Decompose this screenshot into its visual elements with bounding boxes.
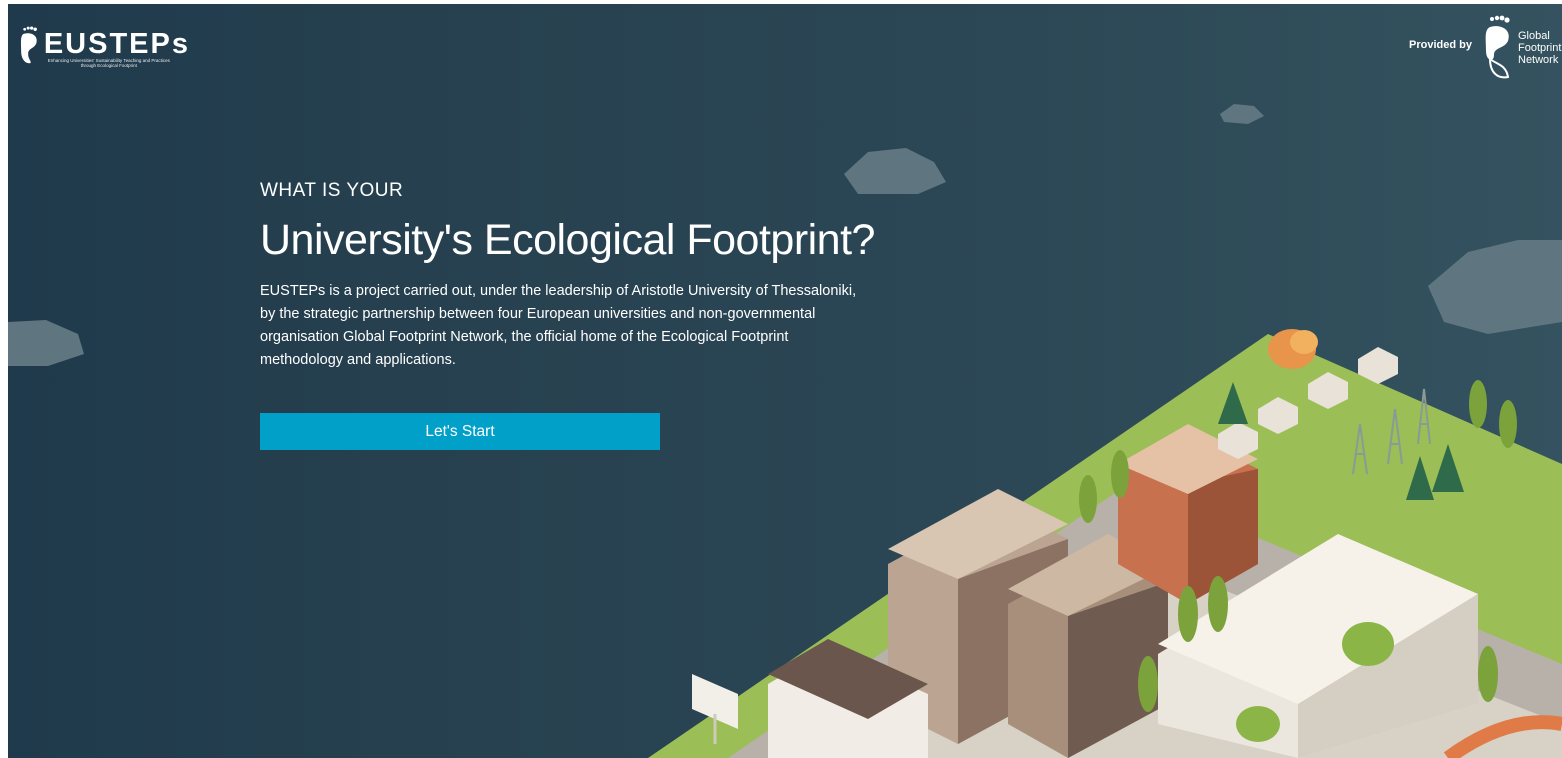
brand-tagline: Enhancing Universities' Sustainability T… (47, 58, 170, 68)
hero-section: WHAT IS YOUR University's Ecological Foo… (260, 180, 880, 372)
hero-intro-text: EUSTEPs is a project carried out, under … (260, 283, 857, 368)
brand-name: EUSTEPs (43, 28, 190, 60)
provider-name: Global Footprint Network (1518, 30, 1562, 66)
hero-eyebrow: WHAT IS YOUR (260, 180, 404, 201)
footprint-logo-icon (20, 26, 37, 64)
landing-page: EUSTEPs Enhancing Universities' Sustaina… (8, 4, 1562, 758)
eusteps-logo[interactable]: EUSTEPs Enhancing Universities' Sustaina… (20, 12, 190, 82)
provider-badge[interactable]: Provided by Global Footprint Network (1409, 12, 1562, 84)
lets-start-button[interactable]: Let's Start (260, 413, 660, 450)
isometric-city-illustration (8, 104, 1562, 758)
page-title: University's Ecological Footprint? (260, 216, 875, 264)
provided-by-label: Provided by (1409, 39, 1472, 51)
global-footprint-network-logo-icon (1485, 15, 1510, 79)
